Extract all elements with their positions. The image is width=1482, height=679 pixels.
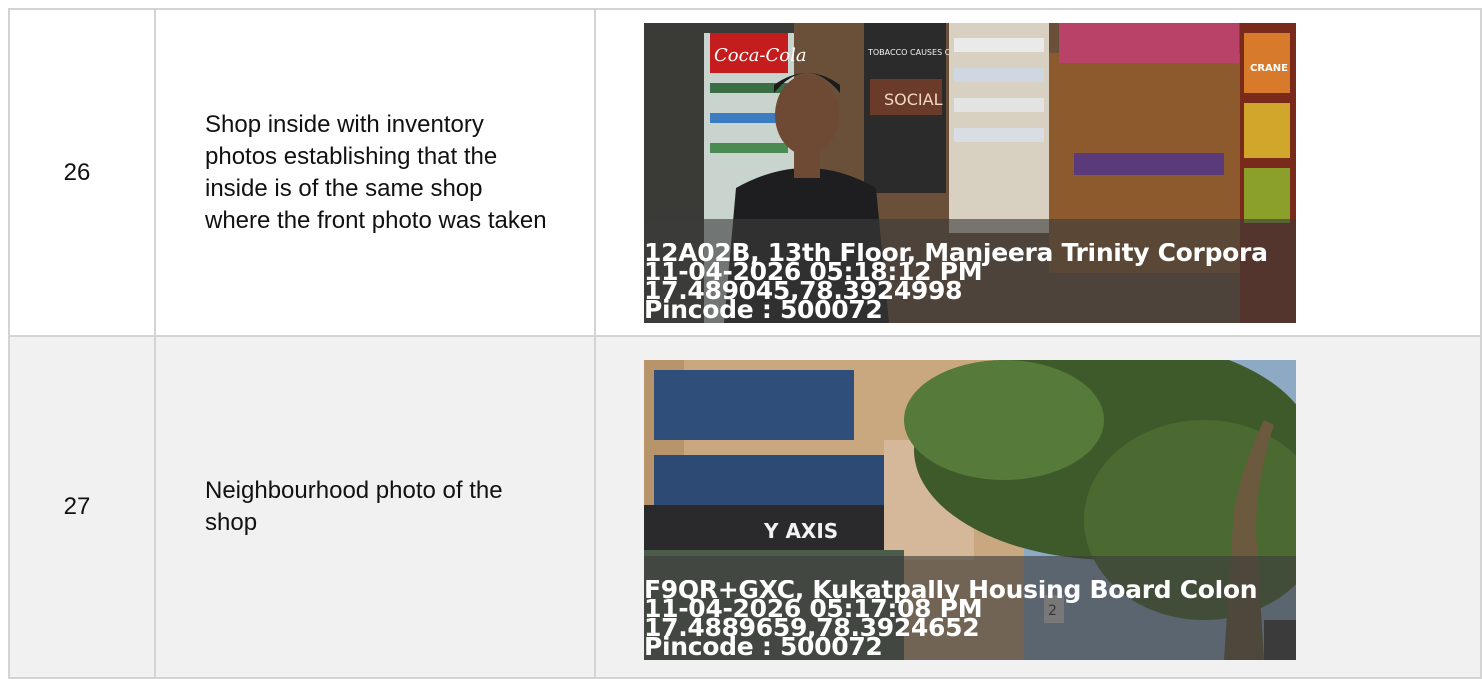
neighbourhood-photo[interactable]: Y AXIS 2 F9QR+GXC, Kukatpally Housing Bo… xyxy=(644,360,1296,660)
evidence-table: 26 Shop inside with inventory photos est… xyxy=(8,8,1482,679)
shop-inside-photo[interactable]: Coca-Cola TOBACCO CAUSES CANCER SOCIAL C… xyxy=(644,22,1296,323)
description-cell: Neighbourhood photo of the shop xyxy=(154,335,596,679)
row-number: 26 xyxy=(63,158,91,186)
geotag-text: 12A02B, 13th Floor, Manjeera Trinity Cor… xyxy=(644,243,1296,319)
photo-cell: Y AXIS 2 F9QR+GXC, Kukatpally Housing Bo… xyxy=(594,335,1482,679)
row-number: 27 xyxy=(63,493,91,520)
geotag-text: F9QR+GXC, Kukatpally Housing Board Colon… xyxy=(644,580,1296,656)
table-row: 27 Neighbourhood photo of the shop Y AXI… xyxy=(8,335,1482,679)
description-cell: Shop inside with inventory photos establ… xyxy=(154,8,596,337)
row-description: Neighbourhood photo of the shop xyxy=(205,477,503,536)
signage-social: SOCIAL xyxy=(884,90,943,109)
signage-cocacola: Coca-Cola xyxy=(714,45,807,66)
geotag-pincode: Pincode : 500072 xyxy=(644,294,883,319)
signage-crane: CRANE xyxy=(1250,63,1288,74)
signage-yaxis: Y AXIS xyxy=(763,519,838,543)
row-number-cell: 26 xyxy=(8,8,156,337)
row-number-cell: 27 xyxy=(8,335,156,679)
photo-cell: Coca-Cola TOBACCO CAUSES CANCER SOCIAL C… xyxy=(594,8,1482,337)
row-description: Shop inside with inventory photos establ… xyxy=(205,110,547,234)
table-row: 26 Shop inside with inventory photos est… xyxy=(8,8,1482,337)
